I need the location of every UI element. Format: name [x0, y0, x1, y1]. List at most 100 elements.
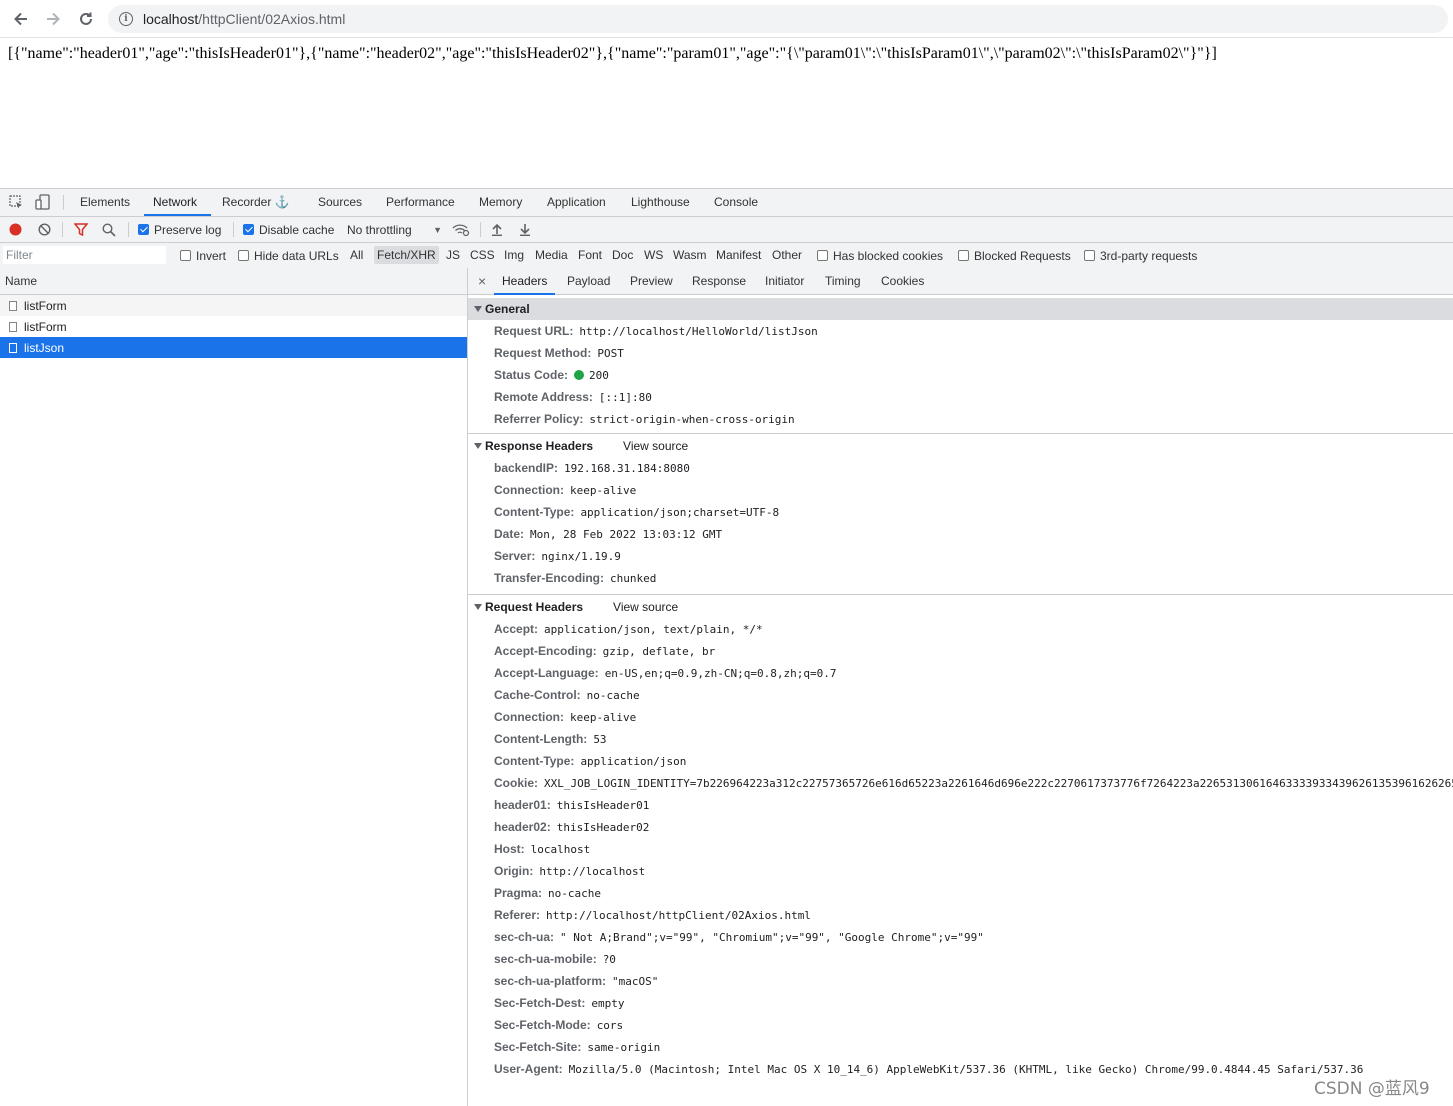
- document-icon: [9, 300, 17, 311]
- record-icon[interactable]: [9, 223, 22, 239]
- header-value: thisIsHeader02: [556, 820, 650, 834]
- filter-input[interactable]: Filter: [3, 246, 166, 264]
- checkbox-checked-icon: [138, 224, 149, 235]
- forward-arrow-icon[interactable]: [42, 8, 64, 30]
- clear-icon[interactable]: [38, 223, 51, 239]
- general-section-header[interactable]: General: [468, 298, 1453, 320]
- dropdown-arrow-icon: ▼: [433, 224, 442, 235]
- back-arrow-icon[interactable]: [10, 8, 32, 30]
- request-name: listForm: [24, 319, 67, 334]
- url-host: localhost: [143, 11, 199, 27]
- tab-preview[interactable]: Preview: [630, 268, 673, 295]
- header-row: Sec-Fetch-Mode: cors: [468, 1014, 1453, 1036]
- header-key: Transfer-Encoding:: [494, 571, 605, 585]
- tab-initiator[interactable]: Initiator: [765, 268, 804, 295]
- hide-data-urls-checkbox[interactable]: Hide data URLs: [238, 243, 339, 268]
- filter-funnel-icon[interactable]: [73, 223, 89, 239]
- tab-payload[interactable]: Payload: [567, 268, 610, 295]
- request-row[interactable]: listForm: [0, 295, 467, 316]
- tab-lighthouse[interactable]: Lighthouse: [631, 189, 690, 216]
- header-value: localhost: [530, 842, 591, 856]
- header-key: Remote Address:: [494, 390, 593, 404]
- inspect-element-icon[interactable]: [9, 195, 24, 213]
- type-filter-fetch-xhr[interactable]: Fetch/XHR: [374, 246, 439, 264]
- tab-response[interactable]: Response: [692, 268, 746, 295]
- type-filter-font[interactable]: Font: [575, 246, 605, 264]
- close-icon[interactable]: ×: [478, 268, 486, 295]
- browser-toolbar: i localhost/httpClient/02Axios.html: [0, 0, 1453, 38]
- type-filter-doc[interactable]: Doc: [609, 246, 636, 264]
- blocked-requests-checkbox[interactable]: Blocked Requests: [958, 243, 1071, 268]
- export-har-icon[interactable]: [519, 223, 531, 239]
- header-row: Cache-Control: no-cache: [468, 684, 1453, 706]
- tab-network[interactable]: Network: [144, 189, 211, 216]
- request-name: listJson: [24, 340, 65, 355]
- address-bar[interactable]: i localhost/httpClient/02Axios.html: [108, 5, 1448, 33]
- header-key: Referrer Policy:: [494, 412, 584, 426]
- header-row: Cookie: XXL_JOB_LOGIN_IDENTITY=7b22696422…: [468, 772, 1453, 794]
- device-toolbar-icon[interactable]: [35, 194, 50, 213]
- checkbox-icon: [958, 250, 969, 261]
- request-name: listForm: [24, 298, 67, 313]
- network-toolbar: Preserve log Disable cache No throttling…: [0, 217, 1453, 243]
- header-row: Accept-Encoding: gzip, deflate, br: [468, 640, 1453, 662]
- has-blocked-cookies-checkbox[interactable]: Has blocked cookies: [817, 243, 943, 268]
- header-value: 192.168.31.184:8080: [564, 461, 690, 475]
- section-title: General: [485, 302, 530, 316]
- header-key: Server:: [494, 549, 536, 563]
- type-filter-img[interactable]: Img: [501, 246, 527, 264]
- import-har-icon[interactable]: [491, 223, 503, 239]
- header-key: header01:: [494, 798, 551, 812]
- throttling-select[interactable]: No throttling ▼: [347, 217, 442, 242]
- reload-icon[interactable]: [75, 8, 97, 30]
- tab-performance[interactable]: Performance: [386, 189, 455, 216]
- request-headers-section-header[interactable]: Request Headers View source: [468, 596, 1453, 618]
- tab-elements[interactable]: Elements: [80, 189, 130, 216]
- tab-sources[interactable]: Sources: [318, 189, 362, 216]
- type-filter-other[interactable]: Other: [769, 246, 805, 264]
- site-info-icon[interactable]: i: [119, 12, 133, 26]
- header-value: XXL_JOB_LOGIN_IDENTITY=7b226964223a312c2…: [544, 776, 1453, 790]
- search-icon[interactable]: [102, 223, 116, 240]
- header-value: " Not A;Brand";v="99", "Chromium";v="99"…: [560, 930, 984, 944]
- tab-timing[interactable]: Timing: [825, 268, 861, 295]
- tab-application[interactable]: Application: [547, 189, 606, 216]
- address-url[interactable]: localhost/httpClient/02Axios.html: [143, 11, 345, 27]
- type-filter-manifest[interactable]: Manifest: [713, 246, 764, 264]
- type-filter-all[interactable]: All: [347, 246, 366, 264]
- type-filter-media[interactable]: Media: [532, 246, 571, 264]
- type-filter-js[interactable]: JS: [443, 246, 463, 264]
- tab-recorder[interactable]: Recorder ⚓: [222, 189, 290, 216]
- invert-checkbox[interactable]: Invert: [180, 243, 226, 268]
- request-row[interactable]: listForm: [0, 316, 467, 337]
- header-row: User-Agent: Mozilla/5.0 (Macintosh; Intel…: [468, 1058, 1453, 1080]
- network-conditions-icon[interactable]: [452, 222, 470, 240]
- preserve-log-checkbox[interactable]: Preserve log: [138, 217, 221, 242]
- disable-cache-checkbox[interactable]: Disable cache: [243, 217, 334, 242]
- type-filter-css[interactable]: CSS: [467, 246, 498, 264]
- response-headers-section-header[interactable]: Response Headers View source: [468, 435, 1453, 457]
- view-source-link[interactable]: View source: [613, 600, 678, 614]
- tab-memory[interactable]: Memory: [479, 189, 522, 216]
- header-value: keep-alive: [570, 483, 637, 497]
- tab-cookies[interactable]: Cookies: [881, 268, 924, 295]
- header-key: sec-ch-ua-mobile:: [494, 952, 597, 966]
- view-source-link[interactable]: View source: [623, 439, 688, 453]
- header-value: 53: [593, 732, 607, 746]
- third-party-requests-checkbox[interactable]: 3rd-party requests: [1084, 243, 1197, 268]
- header-key: Referer:: [494, 908, 541, 922]
- header-key: Host:: [494, 842, 525, 856]
- tab-console[interactable]: Console: [714, 189, 758, 216]
- tab-headers[interactable]: Headers: [494, 268, 556, 295]
- header-key: Pragma:: [494, 886, 543, 900]
- divider: [468, 433, 1453, 434]
- type-filter-ws[interactable]: WS: [641, 246, 666, 264]
- header-row: Date: Mon, 28 Feb 2022 13:03:12 GMT: [468, 523, 1453, 545]
- expand-triangle-icon: [474, 306, 482, 312]
- name-column-header[interactable]: Name: [0, 268, 467, 295]
- type-filter-wasm[interactable]: Wasm: [670, 246, 710, 264]
- header-key: Accept-Encoding:: [494, 644, 597, 658]
- response-headers-list: backendIP: 192.168.31.184:8080 Connection:…: [468, 457, 1453, 589]
- request-row-selected[interactable]: listJson: [0, 337, 467, 358]
- header-value: no-cache: [548, 886, 602, 900]
